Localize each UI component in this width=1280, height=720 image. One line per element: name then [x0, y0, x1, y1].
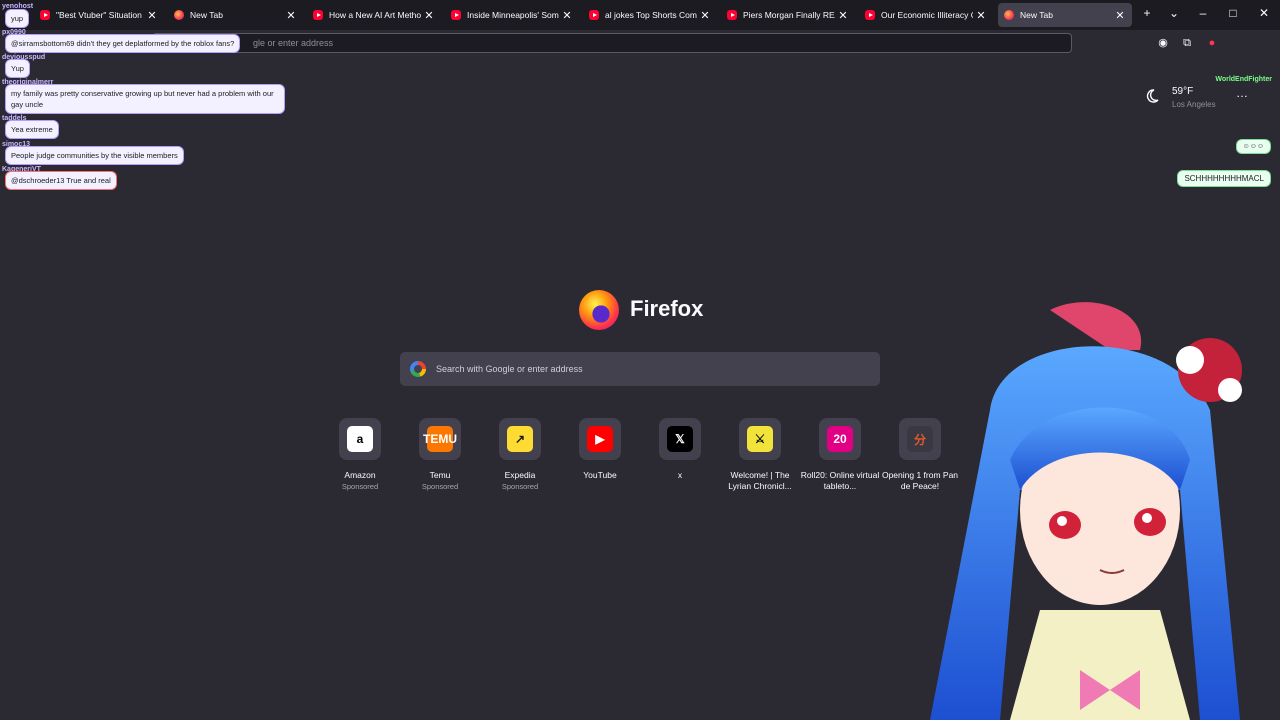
chat-emotes: ☺☺☺	[1236, 140, 1270, 153]
shortcut-tile[interactable]: 20 Roll20: Online virtual tableto...	[800, 418, 880, 492]
tab-list-chevron-icon[interactable]: ⌄	[1165, 6, 1183, 20]
shortcut-tile[interactable]: ⚔ Welcome! | The Lyrian Chronicl...	[720, 418, 800, 492]
chat-message: People judge communities by the visible …	[6, 147, 183, 164]
roll20-icon: 20	[827, 426, 853, 452]
shortcut-icon-box: TEMU	[419, 418, 461, 460]
shortcut-label: YouTube	[583, 470, 617, 480]
shortcut-icon-box: 𝕏	[659, 418, 701, 460]
chat-message: yup	[6, 10, 29, 27]
close-tab-icon[interactable]: ✕	[146, 9, 158, 22]
weather-city: Los Angeles	[1172, 100, 1216, 109]
account-icon[interactable]: ◉	[1156, 36, 1170, 50]
tab-5[interactable]: al jokes Top Shorts Compilat ✕	[583, 3, 717, 27]
shortcut-tile[interactable]: a Amazon Sponsored	[320, 418, 400, 492]
sponsored-label: Sponsored	[501, 482, 539, 491]
tab-title: al jokes Top Shorts Compilat	[605, 10, 697, 20]
firefox-wordmark: Firefox	[630, 296, 704, 321]
shortcut-tile[interactable]: ↗ Expedia Sponsored	[480, 418, 560, 492]
tab-title: Inside Minneapolis' Somali	[467, 10, 559, 20]
temu-icon: TEMU	[423, 426, 457, 452]
tab-title: How a New AI Art Method I	[329, 10, 421, 20]
google-icon	[410, 361, 426, 377]
tab-title: Our Economic Illiteracy Crisi	[881, 10, 973, 20]
chat-message: SCHHHHHHHHMACL	[1178, 171, 1270, 186]
search-placeholder: Search with Google or enter address	[436, 364, 583, 374]
youtube-icon: ▶	[587, 426, 613, 452]
tab-1[interactable]: "Best Vtuber" Situation Is A ✕	[34, 3, 164, 27]
sponsored-label: Sponsored	[421, 482, 459, 491]
firefox-logo-icon	[579, 290, 619, 330]
shortcut-label: x	[677, 470, 683, 480]
close-window-icon[interactable]: ✕	[1255, 6, 1273, 20]
youtube-favicon-icon	[589, 10, 599, 20]
weather-menu-icon[interactable]: …	[1236, 86, 1248, 100]
close-tab-icon[interactable]: ✕	[423, 9, 435, 22]
shortcut-icon-box: ▶	[579, 418, 621, 460]
vtuber-avatar	[930, 302, 1242, 720]
tab-title: New Tab	[190, 10, 223, 20]
chat-username: WorldEndFighter	[1215, 76, 1272, 83]
close-tab-icon[interactable]: ✕	[1114, 9, 1126, 22]
youtube-favicon-icon	[727, 10, 737, 20]
close-tab-icon[interactable]: ✕	[837, 9, 849, 22]
tab-6[interactable]: Piers Morgan Finally REALIZ ✕	[721, 3, 855, 27]
tab-2[interactable]: New Tab ✕	[168, 3, 303, 27]
x-icon: 𝕏	[667, 426, 693, 452]
sponsored-label: Sponsored	[341, 482, 379, 491]
shortcut-label: Expedia	[504, 470, 536, 480]
tab-title: "Best Vtuber" Situation Is A	[56, 10, 144, 20]
chat-message: my family was pretty conservative growin…	[6, 85, 284, 113]
search-input[interactable]: Search with Google or enter address	[400, 352, 880, 386]
close-tab-icon[interactable]: ✕	[561, 9, 573, 22]
chat-username: yenohost	[2, 3, 34, 10]
maximize-icon[interactable]: □	[1224, 6, 1242, 20]
tab-title: Piers Morgan Finally REALIZ	[743, 10, 835, 20]
firefox-favicon-icon	[1004, 10, 1014, 20]
youtube-favicon-icon	[865, 10, 875, 20]
new-tab-icon[interactable]: +	[1138, 6, 1156, 20]
minimize-icon[interactable]: –	[1194, 6, 1212, 20]
shortcut-label: Temu	[429, 470, 451, 480]
shortcut-tile[interactable]: TEMU Temu Sponsored	[400, 418, 480, 492]
firefox-favicon-icon	[174, 10, 184, 20]
tab-7[interactable]: Our Economic Illiteracy Crisi ✕	[859, 3, 993, 27]
weather-temperature: 59°F	[1172, 86, 1194, 97]
lyrian-icon: ⚔	[747, 426, 773, 452]
shortcut-label: Welcome! | The Lyrian Chronicl...	[728, 470, 792, 491]
chat-message: @dschroeder13 True and real	[6, 172, 116, 189]
close-tab-icon[interactable]: ✕	[975, 9, 987, 22]
moon-weather-icon	[1146, 89, 1159, 103]
chat-message: Yup	[6, 60, 29, 77]
tab-title: New Tab	[1020, 10, 1053, 20]
shortcut-icon-box: a	[339, 418, 381, 460]
chat-message: @sirramsbottom69 didn't they get deplatf…	[6, 35, 240, 52]
shortcut-label: Amazon	[344, 470, 376, 480]
extensions-icon[interactable]: ⧉	[1180, 36, 1194, 50]
tab-3[interactable]: How a New AI Art Method I ✕	[307, 3, 441, 27]
youtube-favicon-icon	[313, 10, 323, 20]
youtube-favicon-icon	[40, 10, 50, 20]
shortcut-label: Roll20: Online virtual tableto...	[800, 470, 880, 491]
tab-8-active[interactable]: New Tab ✕	[998, 3, 1132, 27]
ublock-icon[interactable]: ●	[1205, 36, 1219, 50]
shortcut-icon-box: ⚔	[739, 418, 781, 460]
tab-4[interactable]: Inside Minneapolis' Somali ✕	[445, 3, 579, 27]
chat-message: Yea extreme	[6, 121, 58, 138]
shortcut-icon-box: ↗	[499, 418, 541, 460]
close-tab-icon[interactable]: ✕	[285, 9, 297, 22]
youtube-favicon-icon	[451, 10, 461, 20]
expedia-icon: ↗	[507, 426, 533, 452]
shortcut-icon-box: 20	[819, 418, 861, 460]
tab-strip: "Best Vtuber" Situation Is A ✕ New Tab ✕…	[0, 0, 1280, 30]
shortcut-tile[interactable]: ▶ YouTube	[560, 418, 640, 481]
close-tab-icon[interactable]: ✕	[699, 9, 711, 22]
amazon-icon: a	[347, 426, 373, 452]
address-bar[interactable]: gle or enter address	[152, 33, 1072, 53]
shortcut-tile[interactable]: 𝕏x	[640, 418, 720, 481]
